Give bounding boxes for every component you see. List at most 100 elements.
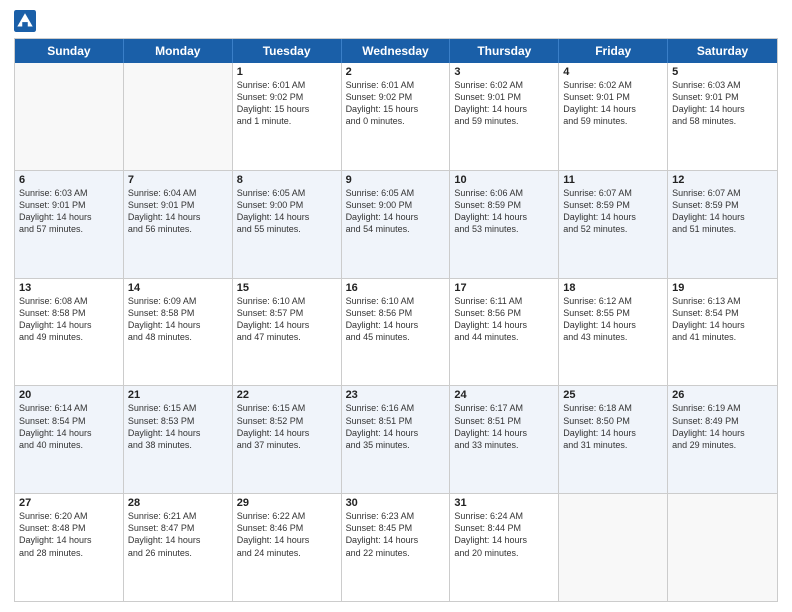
calendar: SundayMondayTuesdayWednesdayThursdayFrid… (14, 38, 778, 602)
header-day-saturday: Saturday (668, 39, 777, 63)
calendar-cell: 21Sunrise: 6:15 AM Sunset: 8:53 PM Dayli… (124, 386, 233, 493)
cell-info: Sunrise: 6:03 AM Sunset: 9:01 PM Dayligh… (19, 188, 92, 234)
header (14, 10, 778, 32)
cell-info: Sunrise: 6:01 AM Sunset: 9:02 PM Dayligh… (346, 80, 419, 126)
day-number: 3 (454, 66, 554, 78)
cell-info: Sunrise: 6:09 AM Sunset: 8:58 PM Dayligh… (128, 296, 201, 342)
day-number: 9 (346, 174, 446, 186)
calendar-cell (668, 494, 777, 601)
calendar-cell: 10 Sunrise: 6:06 AM Sunset: 8:59 PM Dayli… (450, 171, 559, 278)
calendar-cell: 8 Sunrise: 6:05 AM Sunset: 9:00 PM Daylig… (233, 171, 342, 278)
header-day-thursday: Thursday (450, 39, 559, 63)
cell-info: Sunrise: 6:07 AM Sunset: 8:59 PM Dayligh… (672, 188, 745, 234)
day-number: 2 (346, 66, 446, 78)
cell-info: Sunrise: 6:02 AM Sunset: 9:01 PM Dayligh… (563, 80, 636, 126)
cell-info: Sunrise: 6:10 AM Sunset: 8:56 PM Dayligh… (346, 296, 419, 342)
day-number: 16 (346, 282, 446, 294)
cell-info: Sunrise: 6:11 AM Sunset: 8:56 PM Dayligh… (454, 296, 527, 342)
logo (14, 10, 40, 32)
cell-info: Sunrise: 6:13 AM Sunset: 8:54 PM Dayligh… (672, 296, 745, 342)
calendar-cell: 25 Sunrise: 6:18 AM Sunset: 8:50 PM Dayli… (559, 386, 668, 493)
cell-info: Sunrise: 6:15 AM Sunset: 8:53 PM Dayligh… (128, 403, 201, 449)
calendar-cell: 5 Sunrise: 6:03 AM Sunset: 9:01 PM Daylig… (668, 63, 777, 170)
calendar-cell (124, 63, 233, 170)
cell-info: Sunrise: 6:19 AM Sunset: 8:49 PM Dayligh… (672, 403, 745, 449)
calendar-cell: 2 Sunrise: 6:01 AM Sunset: 9:02 PM Daylig… (342, 63, 451, 170)
day-number: 20 (19, 389, 119, 401)
day-number: 12 (672, 174, 773, 186)
cell-info: Sunrise: 6:01 AM Sunset: 9:02 PM Dayligh… (237, 80, 310, 126)
cell-info: Sunrise: 6:23 AM Sunset: 8:45 PM Dayligh… (346, 511, 419, 557)
header-day-wednesday: Wednesday (342, 39, 451, 63)
calendar-cell: 3 Sunrise: 6:02 AM Sunset: 9:01 PM Daylig… (450, 63, 559, 170)
day-number: 24 (454, 389, 554, 401)
calendar-cell: 1Sunrise: 6:01 AM Sunset: 9:02 PM Daylig… (233, 63, 342, 170)
cell-info: Sunrise: 6:06 AM Sunset: 8:59 PM Dayligh… (454, 188, 527, 234)
calendar-row: 6 Sunrise: 6:03 AM Sunset: 9:01 PM Daylig… (15, 171, 777, 279)
page: SundayMondayTuesdayWednesdayThursdayFrid… (0, 0, 792, 612)
calendar-cell: 4 Sunrise: 6:02 AM Sunset: 9:01 PM Daylig… (559, 63, 668, 170)
day-number: 29 (237, 497, 337, 509)
calendar-row: 20Sunrise: 6:14 AM Sunset: 8:54 PM Dayli… (15, 386, 777, 494)
calendar-cell: 30 Sunrise: 6:23 AM Sunset: 8:45 PM Dayli… (342, 494, 451, 601)
cell-info: Sunrise: 6:20 AM Sunset: 8:48 PM Dayligh… (19, 511, 92, 557)
day-number: 6 (19, 174, 119, 186)
calendar-cell: 7Sunrise: 6:04 AM Sunset: 9:01 PM Daylig… (124, 171, 233, 278)
calendar-cell: 29 Sunrise: 6:22 AM Sunset: 8:46 PM Dayli… (233, 494, 342, 601)
day-number: 11 (563, 174, 663, 186)
day-number: 15 (237, 282, 337, 294)
cell-info: Sunrise: 6:17 AM Sunset: 8:51 PM Dayligh… (454, 403, 527, 449)
header-day-sunday: Sunday (15, 39, 124, 63)
calendar-cell: 19Sunrise: 6:13 AM Sunset: 8:54 PM Dayli… (668, 279, 777, 386)
cell-info: Sunrise: 6:04 AM Sunset: 9:01 PM Dayligh… (128, 188, 201, 234)
day-number: 25 (563, 389, 663, 401)
day-number: 5 (672, 66, 773, 78)
calendar-cell: 15Sunrise: 6:10 AM Sunset: 8:57 PM Dayli… (233, 279, 342, 386)
day-number: 10 (454, 174, 554, 186)
calendar-cell: 26Sunrise: 6:19 AM Sunset: 8:49 PM Dayli… (668, 386, 777, 493)
calendar-cell: 9 Sunrise: 6:05 AM Sunset: 9:00 PM Daylig… (342, 171, 451, 278)
calendar-cell: 11 Sunrise: 6:07 AM Sunset: 8:59 PM Dayli… (559, 171, 668, 278)
cell-info: Sunrise: 6:18 AM Sunset: 8:50 PM Dayligh… (563, 403, 636, 449)
day-number: 23 (346, 389, 446, 401)
calendar-cell: 12 Sunrise: 6:07 AM Sunset: 8:59 PM Dayli… (668, 171, 777, 278)
header-day-monday: Monday (124, 39, 233, 63)
cell-info: Sunrise: 6:05 AM Sunset: 9:00 PM Dayligh… (237, 188, 310, 234)
calendar-cell: 14 Sunrise: 6:09 AM Sunset: 8:58 PM Dayli… (124, 279, 233, 386)
calendar-cell: 23 Sunrise: 6:16 AM Sunset: 8:51 PM Dayli… (342, 386, 451, 493)
calendar-row: 13 Sunrise: 6:08 AM Sunset: 8:58 PM Dayli… (15, 279, 777, 387)
cell-info: Sunrise: 6:22 AM Sunset: 8:46 PM Dayligh… (237, 511, 310, 557)
cell-info: Sunrise: 6:24 AM Sunset: 8:44 PM Dayligh… (454, 511, 527, 557)
calendar-cell: 16 Sunrise: 6:10 AM Sunset: 8:56 PM Dayli… (342, 279, 451, 386)
cell-info: Sunrise: 6:08 AM Sunset: 8:58 PM Dayligh… (19, 296, 92, 342)
calendar-header: SundayMondayTuesdayWednesdayThursdayFrid… (15, 39, 777, 63)
cell-info: Sunrise: 6:12 AM Sunset: 8:55 PM Dayligh… (563, 296, 636, 342)
cell-info: Sunrise: 6:05 AM Sunset: 9:00 PM Dayligh… (346, 188, 419, 234)
calendar-cell (15, 63, 124, 170)
day-number: 22 (237, 389, 337, 401)
calendar-body: 1Sunrise: 6:01 AM Sunset: 9:02 PM Daylig… (15, 63, 777, 601)
day-number: 14 (128, 282, 228, 294)
day-number: 8 (237, 174, 337, 186)
cell-info: Sunrise: 6:15 AM Sunset: 8:52 PM Dayligh… (237, 403, 310, 449)
day-number: 27 (19, 497, 119, 509)
calendar-cell: 22 Sunrise: 6:15 AM Sunset: 8:52 PM Dayli… (233, 386, 342, 493)
calendar-cell: 18 Sunrise: 6:12 AM Sunset: 8:55 PM Dayli… (559, 279, 668, 386)
day-number: 17 (454, 282, 554, 294)
calendar-cell: 24 Sunrise: 6:17 AM Sunset: 8:51 PM Dayli… (450, 386, 559, 493)
cell-info: Sunrise: 6:02 AM Sunset: 9:01 PM Dayligh… (454, 80, 527, 126)
cell-info: Sunrise: 6:07 AM Sunset: 8:59 PM Dayligh… (563, 188, 636, 234)
day-number: 30 (346, 497, 446, 509)
calendar-row: 27 Sunrise: 6:20 AM Sunset: 8:48 PM Dayli… (15, 494, 777, 601)
day-number: 13 (19, 282, 119, 294)
day-number: 4 (563, 66, 663, 78)
cell-info: Sunrise: 6:21 AM Sunset: 8:47 PM Dayligh… (128, 511, 201, 557)
calendar-row: 1Sunrise: 6:01 AM Sunset: 9:02 PM Daylig… (15, 63, 777, 171)
header-day-friday: Friday (559, 39, 668, 63)
cell-info: Sunrise: 6:16 AM Sunset: 8:51 PM Dayligh… (346, 403, 419, 449)
cell-info: Sunrise: 6:03 AM Sunset: 9:01 PM Dayligh… (672, 80, 745, 126)
day-number: 18 (563, 282, 663, 294)
day-number: 31 (454, 497, 554, 509)
generalblue-icon (14, 10, 36, 32)
header-day-tuesday: Tuesday (233, 39, 342, 63)
